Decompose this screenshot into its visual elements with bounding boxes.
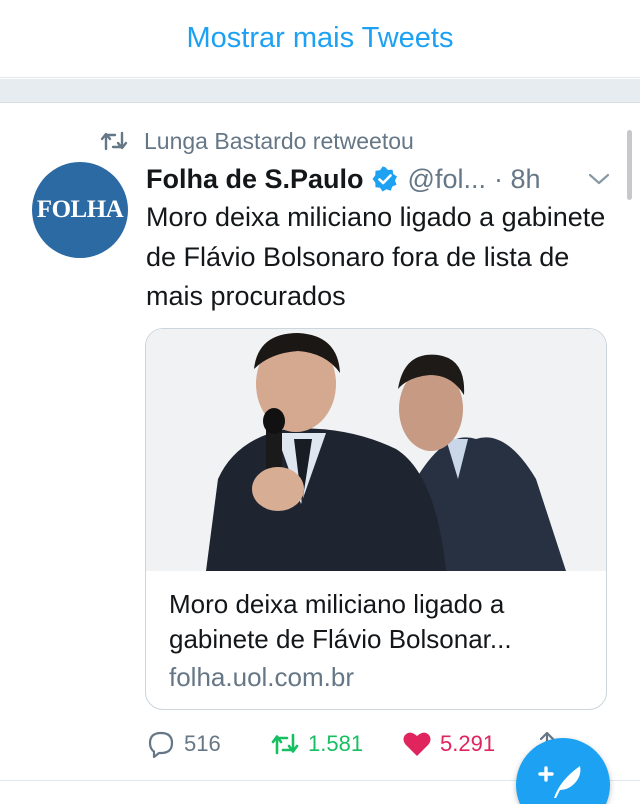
card-photo-illustration (146, 329, 606, 571)
reply-button[interactable]: 516 (146, 726, 221, 762)
heart-icon (403, 732, 431, 756)
show-more-label: Mostrar mais Tweets (186, 22, 454, 54)
author-name[interactable]: Folha de S.Paulo (146, 164, 364, 195)
compose-tweet-icon (538, 766, 581, 798)
retweet-count: 1.581 (308, 731, 364, 756)
author-avatar[interactable]: FOLHA (32, 162, 128, 258)
tweet-timestamp[interactable]: · 8h (494, 164, 541, 195)
tweet-text: Moro deixa miliciano ligado a gabinete d… (146, 202, 606, 311)
like-count: 5.291 (440, 731, 496, 756)
tweet-header: Folha de S.Paulo @fol... · 8h (146, 160, 616, 198)
show-more-tweets-button[interactable]: Mostrar mais Tweets (0, 0, 640, 78)
retweet-icon (100, 131, 128, 151)
author-handle[interactable]: @fol... (408, 164, 486, 195)
scrollbar[interactable] (627, 130, 632, 200)
chevron-down-icon[interactable] (586, 166, 612, 192)
retweet-button[interactable]: 1.581 (270, 726, 363, 762)
card-title: Moro deixa miliciano ligado a gabinete d… (169, 589, 512, 654)
avatar-logo-text: FOLHA (36, 196, 124, 223)
verified-badge-icon (372, 166, 397, 192)
like-button[interactable]: 5.291 (402, 726, 495, 762)
reply-count: 516 (184, 731, 221, 756)
retweeted-by-text: Lunga Bastardo retweetou (144, 127, 414, 154)
retweeted-by-line[interactable]: Lunga Bastardo retweetou (100, 124, 414, 158)
timeline-gap-divider (0, 79, 640, 103)
link-card[interactable]: Moro deixa miliciano ligado a gabinete d… (145, 328, 607, 710)
retweet-action-icon (271, 733, 299, 755)
card-image (146, 329, 606, 571)
reply-icon (148, 731, 174, 758)
card-domain: folha.uol.com.br (169, 662, 354, 692)
